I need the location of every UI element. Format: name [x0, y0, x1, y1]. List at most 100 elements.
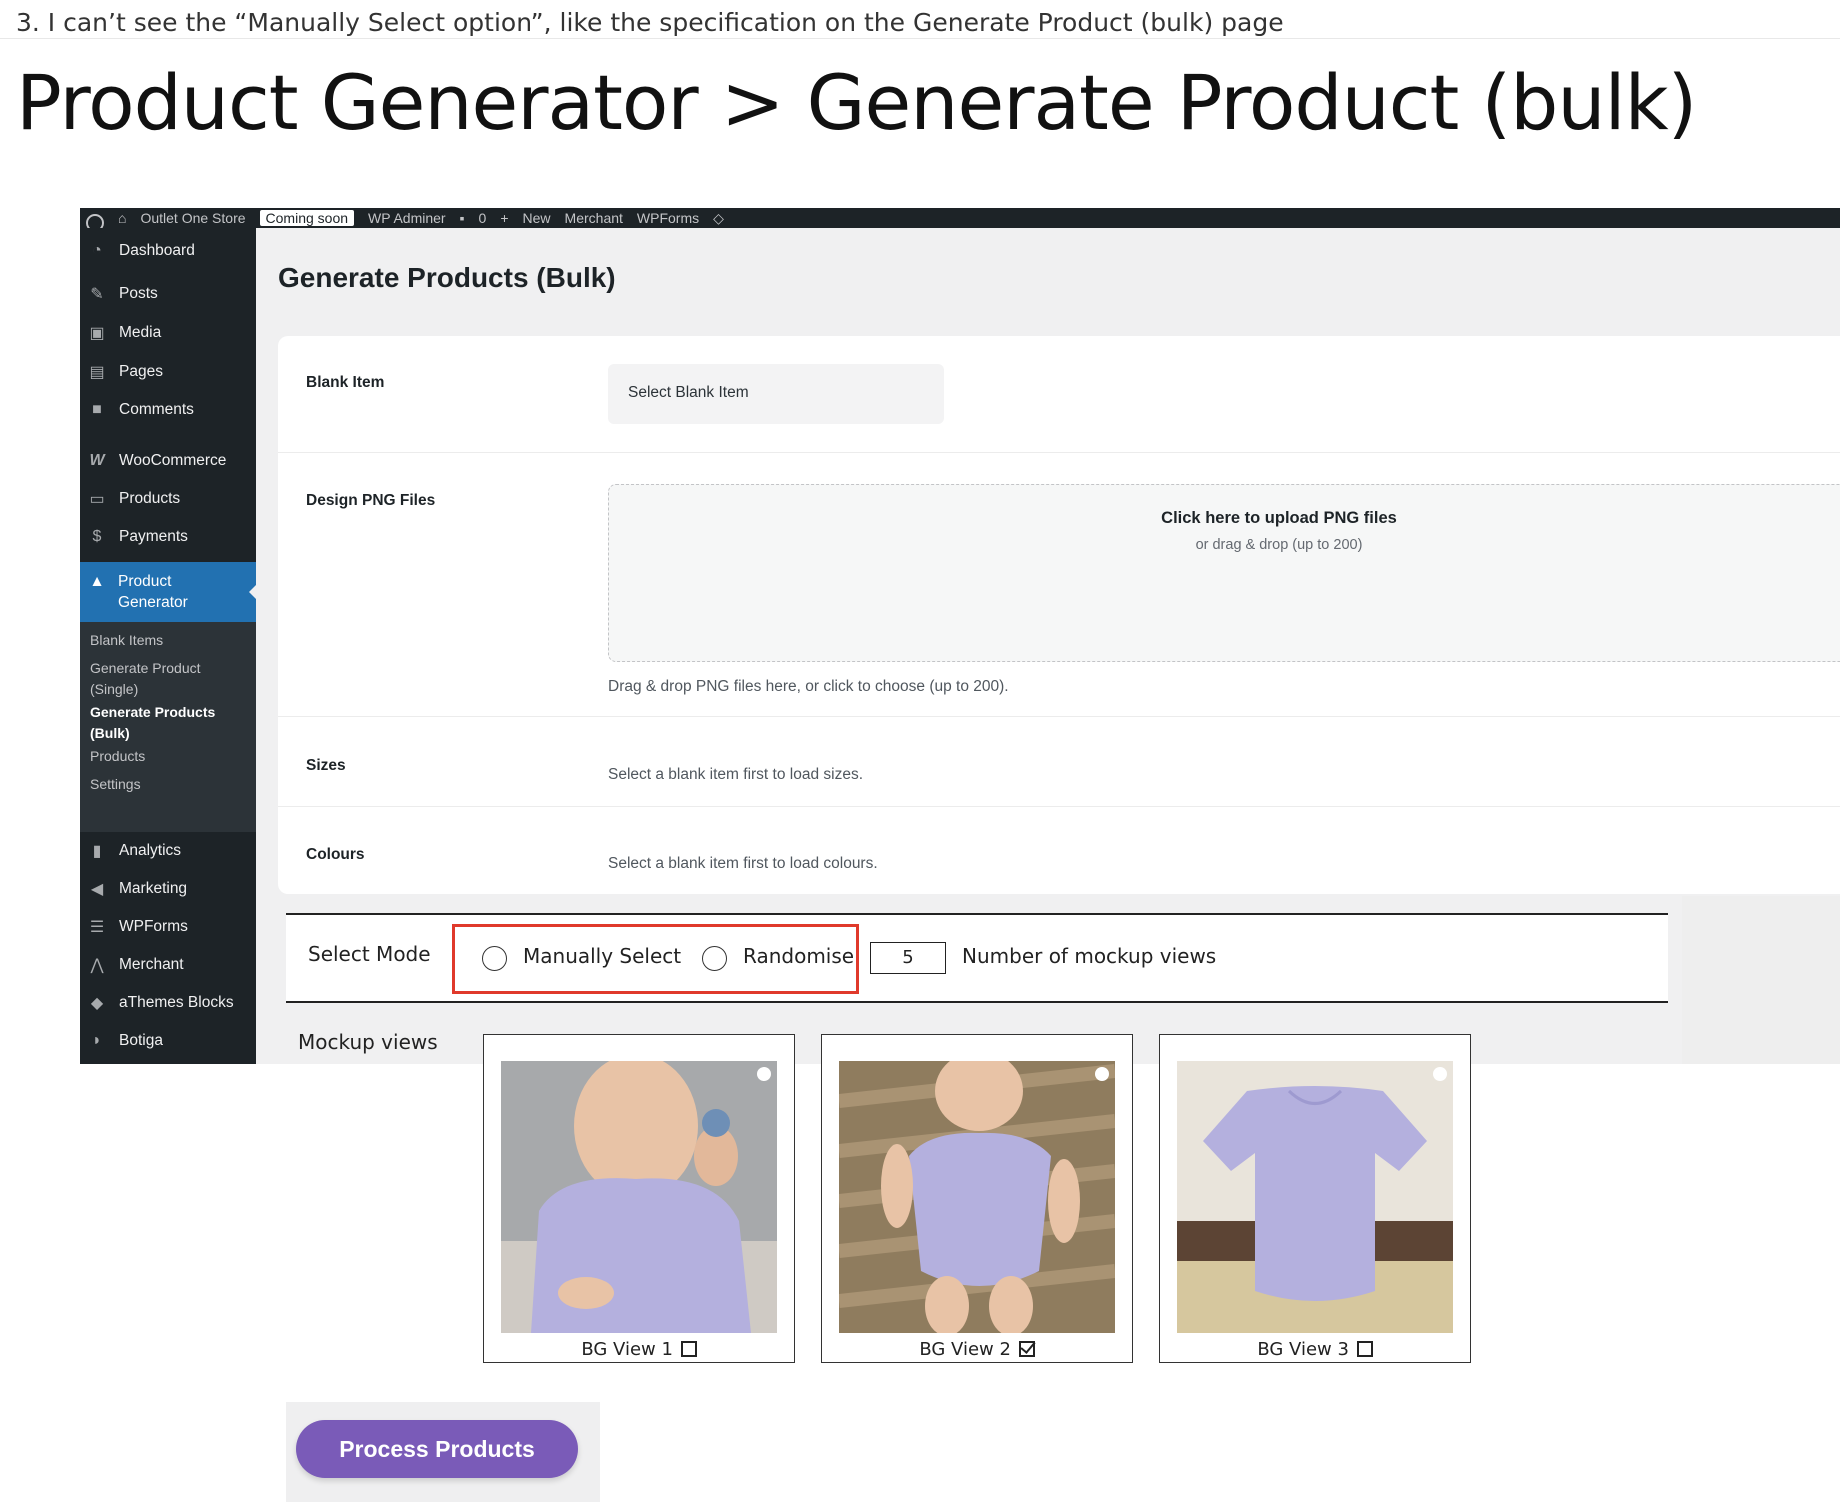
sidebar-item-marketing[interactable]: ◀ Marketing [80, 872, 256, 906]
sidebar-item-label: Dashboard [119, 242, 195, 259]
diamond-icon[interactable]: ◇ [713, 210, 724, 226]
mockup-count-label: Number of mockup views [962, 944, 1217, 968]
submenu-label: Blank Items [90, 632, 164, 648]
dashboard-icon: ◔ [92, 242, 102, 259]
sidebar-item-athemes-blocks[interactable]: ◆ aThemes Blocks [80, 986, 256, 1020]
sidebar-item-pages[interactable]: ▤ Pages [80, 355, 256, 389]
sidebar-item-label: Analytics [119, 842, 182, 859]
admin-bar-site[interactable]: Outlet One Store [140, 210, 245, 226]
divider [0, 38, 1840, 39]
submenu-generate-bulk[interactable]: Generate Products (Bulk) [90, 702, 215, 744]
sidebar-item-label: WPForms [119, 918, 188, 935]
submenu-products[interactable]: Products [90, 746, 145, 767]
dropzone-title: Click here to upload PNG files [1161, 509, 1397, 527]
mockup-count-input[interactable]: 5 [870, 942, 946, 974]
badge-icon [1433, 1067, 1447, 1081]
sidebar-item-woocommerce[interactable]: W WooCommerce [80, 444, 256, 478]
plus-icon: + [500, 210, 509, 226]
coming-soon-badge: Coming soon [259, 210, 355, 226]
admin-bar-wpforms[interactable]: WPForms [637, 210, 699, 226]
sidebar-item-label: Payments [119, 528, 188, 545]
sidebar-item-label: Generator [118, 594, 188, 611]
admin-sidebar: ◔ Dashboard ✎ Posts ▣ Media ▤ Pages ■ Co… [80, 228, 257, 1064]
submenu-settings[interactable]: Settings [90, 774, 141, 795]
design-png-label: Design PNG Files [306, 492, 436, 509]
wordpress-logo-icon[interactable] [86, 214, 104, 228]
mockup-view-card[interactable]: BG View 1 [483, 1034, 795, 1363]
sidebar-item-label: WooCommerce [119, 452, 227, 469]
mockup-caption: BG View 3 [1257, 1339, 1349, 1360]
design-hint: Drag & drop PNG files here, or click to … [608, 678, 1009, 695]
admin-bar-new[interactable]: New [523, 210, 551, 226]
sidebar-item-label: Products [119, 490, 181, 507]
mockup-caption: BG View 2 [919, 1339, 1011, 1360]
mockup-view-card[interactable]: BG View 2 [821, 1034, 1133, 1363]
manual-select-radio[interactable] [482, 946, 507, 971]
megaphone-icon: ◀ [90, 881, 104, 898]
woo-icon: W [89, 452, 105, 469]
pin-icon: ✎ [90, 286, 104, 303]
view-checkbox[interactable] [1018, 1341, 1035, 1357]
sidebar-item-posts[interactable]: ✎ Posts [80, 277, 256, 311]
blocks-icon: ◆ [90, 995, 104, 1012]
sidebar-item-label: aThemes Blocks [119, 994, 234, 1011]
randomise-radio[interactable] [702, 946, 727, 971]
mockup-caption: BG View 1 [581, 1339, 673, 1360]
sidebar-item-label: Posts [119, 285, 158, 302]
sidebar-item-media[interactable]: ▣ Media [80, 316, 256, 350]
view-checkbox[interactable] [680, 1341, 697, 1357]
mockup-view-card[interactable]: BG View 3 [1159, 1034, 1471, 1363]
sizes-hint: Select a blank item first to load sizes. [608, 766, 864, 783]
product-generator-submenu: Blank Items Generate Product (Single) Ge… [80, 622, 256, 832]
archive-icon: ▭ [89, 491, 105, 508]
sidebar-item-dashboard[interactable]: ◔ Dashboard [80, 234, 256, 268]
sidebar-item-product-generator[interactable]: ▲ Product Generator [80, 562, 257, 622]
home-icon: ⌂ [118, 210, 127, 226]
comment-icon: ■ [92, 401, 102, 418]
png-upload-dropzone[interactable]: Click here to upload PNG files or drag &… [608, 484, 1840, 662]
sidebar-item-products[interactable]: ▭ Products [80, 482, 256, 516]
forms-icon: ☰ [89, 919, 105, 936]
blank-item-select[interactable]: Select Blank Item [608, 364, 944, 424]
colours-label: Colours [306, 846, 365, 863]
mockup-image [839, 1061, 1115, 1333]
process-area: Process Products [286, 1402, 600, 1502]
submenu-generate-single[interactable]: Generate Product (Single) [90, 658, 201, 700]
sidebar-item-comments[interactable]: ■ Comments [80, 393, 256, 427]
submenu-label: (Single) [90, 681, 139, 697]
submenu-blank-items[interactable]: Blank Items [90, 630, 163, 651]
divider [286, 913, 1668, 915]
media-icon: ▣ [89, 325, 105, 342]
sidebar-item-label: Marketing [119, 880, 188, 897]
colours-hint: Select a blank item first to load colour… [608, 855, 878, 872]
botiga-icon: ◗ [92, 1032, 102, 1049]
admin-bar-merchant[interactable]: Merchant [565, 210, 623, 226]
divider [278, 716, 1840, 717]
sidebar-item-wpforms[interactable]: ☰ WPForms [80, 910, 256, 944]
submenu-label: (Bulk) [90, 725, 130, 741]
process-products-button[interactable]: Process Products [296, 1420, 578, 1478]
sidebar-item-payments[interactable]: $ Payments [80, 520, 256, 554]
randomise-label[interactable]: Randomise [743, 944, 854, 968]
divider [278, 452, 1840, 453]
pages-icon: ▤ [89, 364, 105, 381]
sidebar-item-merchant[interactable]: ⋀ Merchant [80, 948, 256, 982]
sidebar-item-botiga[interactable]: ◗ Botiga [80, 1024, 256, 1058]
comment-count: 0 [478, 210, 487, 226]
view-checkbox[interactable] [1356, 1341, 1373, 1357]
merchant-icon: ⋀ [90, 957, 104, 974]
manual-select-label[interactable]: Manually Select [523, 944, 681, 968]
analytics-icon: ▮ [92, 843, 102, 860]
store-icon: ▲ [89, 573, 105, 590]
divider [286, 1001, 1668, 1003]
comment-bubble-icon[interactable]: ▪ [460, 210, 465, 226]
sizes-label: Sizes [306, 757, 346, 774]
divider [278, 806, 1840, 807]
dollar-icon: $ [92, 528, 102, 545]
mockup-image [501, 1061, 777, 1333]
blank-item-label: Blank Item [306, 374, 385, 391]
sidebar-item-analytics[interactable]: ▮ Analytics [80, 834, 256, 868]
admin-bar-item[interactable]: WP Adminer [368, 210, 446, 226]
submenu-label: Generate Product [90, 660, 201, 676]
mockup-image [1177, 1061, 1453, 1333]
